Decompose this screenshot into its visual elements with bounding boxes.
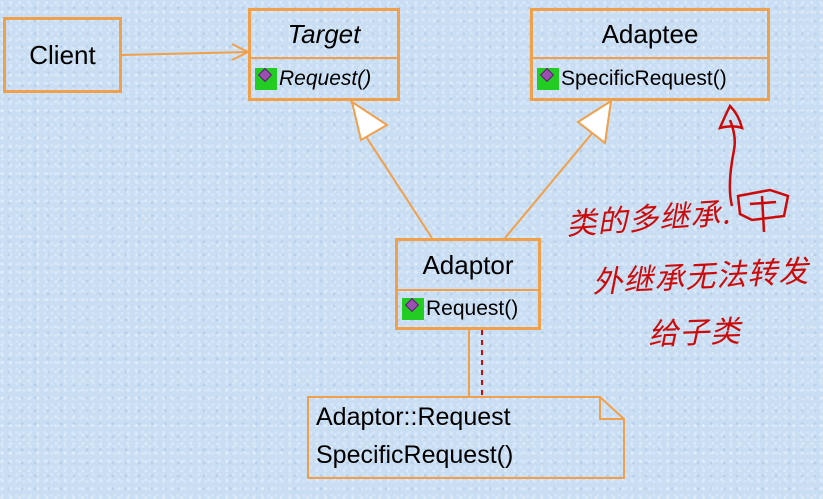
class-adaptee[interactable]: Adaptee SpecificRequest() [530,8,770,101]
operation-icon [255,67,277,90]
generalization-triangle-adaptee [576,98,613,145]
class-client[interactable]: Client [3,17,122,93]
class-adaptor-operation: Request() [398,289,538,327]
handwriting-line-3: 给子类 [647,314,742,353]
note-line-2: SpecificRequest() [316,441,514,469]
note-line-1: Adaptor::Request [316,403,511,431]
class-adaptor-operation-label: Request() [426,297,519,320]
class-target-operation-label: Request() [279,66,372,90]
class-target-operation: Request() [251,57,397,98]
generalization-triangle-target-outline [350,99,389,142]
class-adaptee-operation: SpecificRequest() [533,57,767,98]
class-target-name: Target [287,18,361,49]
class-adaptor-name: Adaptor [422,249,514,280]
operation-icon [537,67,559,90]
handwritten-box-sketch [736,188,790,233]
generalization-line-target [364,134,433,239]
class-target[interactable]: Target Request() [248,8,400,101]
operation-icon [402,298,424,320]
association-line [121,51,249,56]
class-client-name: Client [29,39,96,70]
class-adaptee-name: Adaptee [601,18,699,49]
class-adaptee-operation-label: SpecificRequest() [561,66,727,90]
class-adaptor[interactable]: Adaptor Request() [395,238,541,330]
handwritten-arrow [728,119,737,207]
